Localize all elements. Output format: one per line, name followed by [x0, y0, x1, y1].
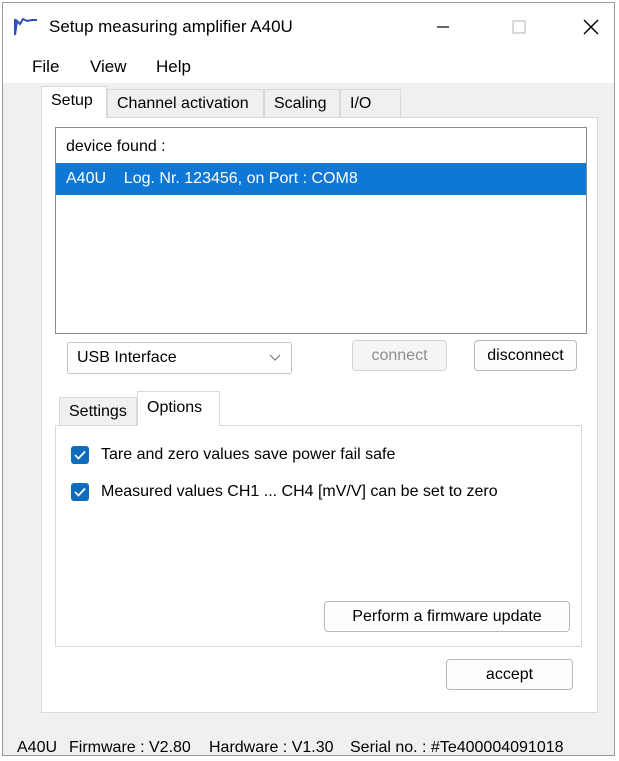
close-icon — [583, 19, 599, 35]
checkbox-row[interactable]: Tare and zero values save power fail saf… — [71, 443, 395, 467]
interface-select-value: USB Interface — [77, 349, 177, 366]
title-bar[interactable]: Setup measuring amplifier A40U — [3, 3, 614, 51]
firmware-update-button[interactable]: Perform a firmware update — [324, 601, 570, 632]
zero-measured-checkbox[interactable] — [71, 483, 89, 501]
tab-settings[interactable]: Settings — [59, 397, 137, 426]
device-list-header: device found : — [66, 138, 166, 155]
tab-scaling[interactable]: Scaling — [264, 89, 340, 118]
window-title: Setup measuring amplifier A40U — [49, 17, 293, 36]
checkbox-label: Tare and zero values save power fail saf… — [101, 446, 396, 463]
status-hardware: Hardware : V1.30 — [209, 739, 334, 756]
tab-setup[interactable]: Setup — [41, 86, 107, 118]
checkbox-row[interactable]: Measured values CH1 ... CH4 [mV/V] can b… — [71, 480, 498, 504]
accept-button[interactable]: accept — [446, 659, 573, 690]
status-bar: A40U Firmware : V2.80 Hardware : V1.30 S… — [3, 731, 614, 761]
waveform-icon — [14, 18, 37, 36]
disconnect-button[interactable]: disconnect — [474, 340, 577, 371]
minimize-icon — [437, 26, 449, 28]
menu-bar: File View Help — [3, 51, 614, 83]
main-window: Setup measuring amplifier A40U File View… — [2, 2, 615, 756]
minimize-button[interactable] — [418, 9, 468, 45]
tab-options[interactable]: Options — [137, 391, 220, 426]
tare-save-checkbox[interactable] — [71, 446, 89, 464]
tab-channel-activation[interactable]: Channel activation — [107, 89, 264, 118]
status-firmware: Firmware : V2.80 — [69, 739, 191, 756]
menu-help[interactable]: Help — [156, 57, 191, 77]
maximize-icon — [512, 20, 526, 34]
device-list[interactable]: device found : A40U Log. Nr. 123456, on … — [55, 127, 587, 334]
list-item[interactable]: A40U Log. Nr. 123456, on Port : COM8 — [56, 163, 586, 195]
close-button[interactable] — [566, 9, 616, 45]
tab-io[interactable]: I/O — [340, 89, 401, 118]
status-serial: Serial no. : #Te400004091018 — [350, 739, 564, 756]
menu-view[interactable]: View — [90, 57, 127, 77]
status-device: A40U — [17, 739, 58, 756]
interface-select[interactable]: USB Interface — [67, 342, 292, 374]
checkbox-label: Measured values CH1 ... CH4 [mV/V] can b… — [101, 483, 498, 500]
chevron-down-icon — [269, 354, 281, 361]
menu-file[interactable]: File — [32, 57, 59, 77]
connect-button[interactable]: connect — [352, 340, 447, 371]
checkmark-icon — [74, 487, 86, 497]
maximize-button[interactable] — [494, 9, 544, 45]
checkmark-icon — [74, 450, 86, 460]
